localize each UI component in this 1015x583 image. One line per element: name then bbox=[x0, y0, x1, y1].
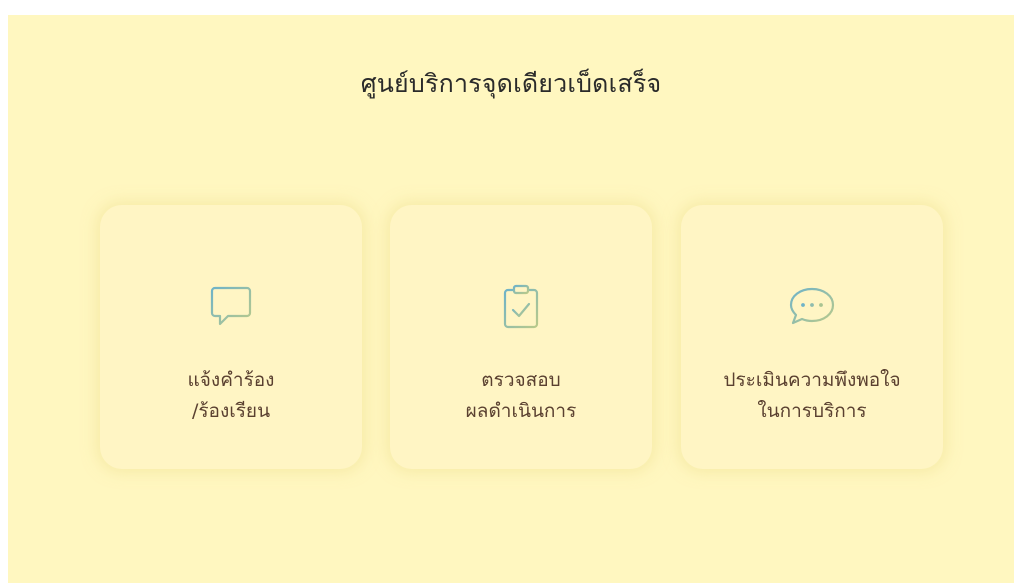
card-label: แจ้งคำร้อง /ร้องเรียน bbox=[100, 365, 362, 427]
message-square-icon bbox=[206, 281, 256, 331]
card-label: ตรวจสอบ ผลดำเนินการ bbox=[390, 365, 652, 427]
card-submit-request[interactable]: แจ้งคำร้อง /ร้องเรียน bbox=[100, 205, 362, 469]
card-label-line1: ประเมินความพึงพอใจ bbox=[723, 369, 901, 391]
card-satisfaction-survey[interactable]: ประเมินความพึงพอใจ ในการบริการ bbox=[681, 205, 943, 469]
page-title: ศูนย์บริการจุดเดียวเบ็ดเสร็จ bbox=[360, 69, 662, 98]
card-label: ประเมินความพึงพอใจ ในการบริการ bbox=[681, 365, 943, 427]
card-label-line1: ตรวจสอบ bbox=[481, 369, 561, 391]
clipboard-check-icon bbox=[496, 281, 546, 331]
chat-bubble-dots-icon bbox=[787, 281, 837, 331]
card-label-line2: /ร้องเรียน bbox=[191, 400, 271, 422]
card-label-line1: แจ้งคำร้อง bbox=[187, 369, 275, 391]
card-label-line2: ในการบริการ bbox=[757, 400, 867, 422]
card-label-line2: ผลดำเนินการ bbox=[465, 400, 577, 422]
card-check-status[interactable]: ตรวจสอบ ผลดำเนินการ bbox=[390, 205, 652, 469]
service-panel: ศูนย์บริการจุดเดียวเบ็ดเสร็จ แจ้งคำร้อง … bbox=[8, 15, 1014, 583]
